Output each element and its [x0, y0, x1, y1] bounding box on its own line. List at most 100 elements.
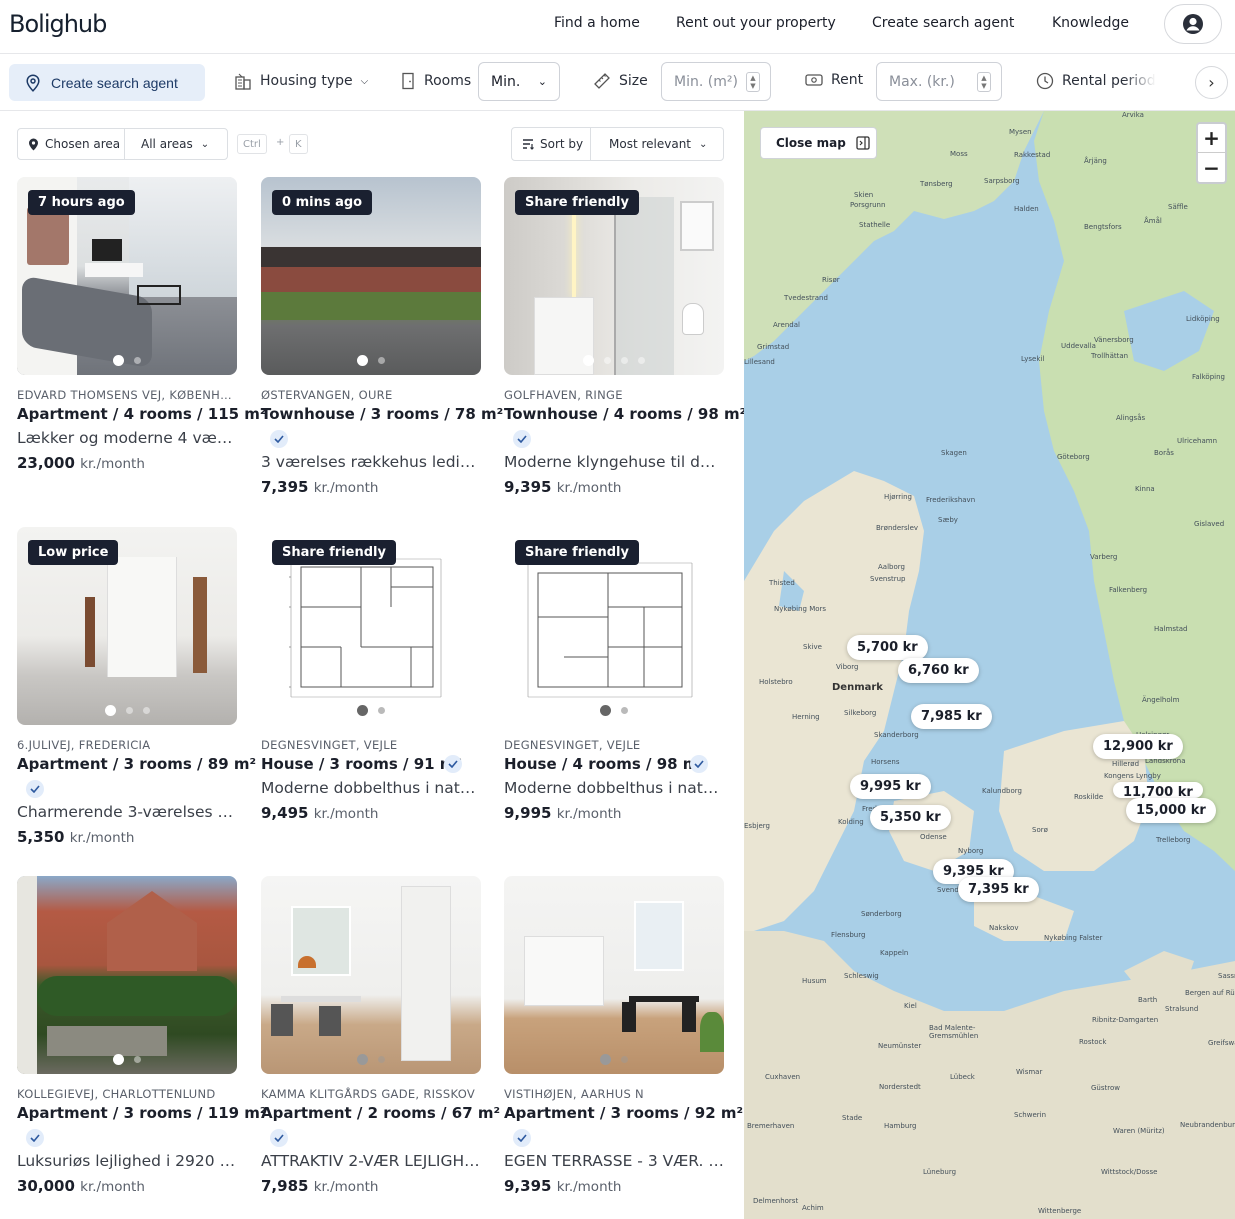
map-price-pin[interactable]: 15,000 kr	[1126, 798, 1216, 823]
size-min-input[interactable]: Min. (m²) ▲ ▼	[661, 62, 771, 101]
zoom-in-button[interactable]: +	[1198, 124, 1225, 153]
map-place-label: Kappeln	[880, 949, 909, 957]
map-price-pin[interactable]: 7,985 kr	[911, 704, 992, 729]
listing-card[interactable]: Share friendly DEGNESVINGET, VEJLE House…	[261, 527, 481, 847]
nav-create-search-agent[interactable]: Create search agent	[872, 15, 1014, 31]
listing-photo[interactable]	[504, 876, 724, 1074]
map-price-pin[interactable]: 9,995 kr	[850, 774, 931, 799]
housing-type-filter[interactable]: Housing type ⌵	[234, 72, 368, 90]
rent-max-input[interactable]: Max. (kr.) ▲ ▼	[876, 62, 1002, 101]
map-place-label: Varberg	[1090, 553, 1118, 561]
listing-card[interactable]: Share friendly GOLFHAVEN, RINGE Townhous…	[504, 177, 744, 497]
map-place-label: Kalundborg	[982, 787, 1022, 795]
sort-icon	[523, 139, 534, 150]
carousel-dots[interactable]	[504, 355, 724, 366]
housing-type-label: Housing type	[260, 73, 353, 89]
verified-check-icon	[513, 1129, 531, 1147]
create-search-agent-button[interactable]: Create search agent	[9, 64, 205, 101]
map-place-label: Skagen	[941, 449, 967, 457]
map-place-label: Nykøbing Falster	[1044, 934, 1103, 942]
map-place-label: Mysen	[1009, 128, 1032, 136]
map-place-label: Herning	[792, 713, 820, 721]
map-price-pin[interactable]: 12,900 kr	[1093, 734, 1183, 759]
zoom-out-button[interactable]: −	[1198, 153, 1225, 182]
carousel-dots[interactable]	[17, 355, 237, 366]
listing-card[interactable]: KAMMA KLITGÅRDS GADE, RISSKOV Apartment …	[261, 876, 500, 1196]
map-price-pin[interactable]: 6,760 kr	[898, 658, 979, 683]
map-place-label: Skien	[854, 191, 874, 199]
listing-description: EGEN TERRASSE - 3 VÆR. I SKØNNE OMGIVELS…	[504, 1152, 724, 1170]
verified-check-icon	[26, 780, 44, 798]
user-account-button[interactable]	[1164, 4, 1222, 44]
rent-filter: Rent	[805, 72, 863, 88]
bolighub-logo[interactable]: Bolighub	[9, 10, 107, 38]
listing-photo[interactable]: 7 hours ago	[17, 177, 237, 375]
map-place-label: Grimstad	[757, 343, 790, 351]
map-price-pin[interactable]: 7,395 kr	[958, 877, 1039, 902]
nav-find-a-home[interactable]: Find a home	[554, 15, 640, 31]
carousel-dots[interactable]	[504, 705, 724, 716]
listing-photo[interactable]: Share friendly	[504, 527, 724, 725]
map-place-label: Bergen auf Rügen	[1185, 989, 1235, 997]
listing-address: VISTIHØJEN, AARHUS N	[504, 1087, 644, 1101]
carousel-dots[interactable]	[17, 1054, 237, 1065]
listing-title: Apartment / 3 rooms / 92 m²	[504, 1104, 744, 1122]
listing-price: 9,495 kr./month	[261, 804, 379, 822]
listing-photo[interactable]	[261, 876, 481, 1074]
listing-title: Townhouse / 3 rooms / 78 m²	[261, 405, 504, 423]
map-place-label: Sæby	[938, 516, 958, 524]
rent-stepper[interactable]: ▲ ▼	[977, 72, 991, 92]
nav-knowledge[interactable]: Knowledge	[1052, 15, 1129, 31]
map-price-pin[interactable]: 11,700 kr	[1113, 782, 1203, 798]
listing-card[interactable]: 7 hours ago EDVARD THOMSENS VEJ, KØBENHA…	[17, 177, 267, 497]
carousel-dots[interactable]	[17, 705, 237, 716]
map-place-label: Svenstrup	[870, 575, 906, 583]
listing-card[interactable]: KOLLEGIEVEJ, CHARLOTTENLUND Apartment / …	[17, 876, 267, 1196]
rooms-min-select[interactable]: Min. ⌄	[478, 62, 560, 101]
map-place-label: Tvedestrand	[784, 294, 828, 302]
map-place-label: Halden	[1014, 205, 1039, 213]
listing-address: GOLFHAVEN, RINGE	[504, 388, 623, 402]
carousel-dots[interactable]	[261, 1054, 481, 1065]
carousel-dots[interactable]	[261, 355, 481, 366]
map-place-label: Borås	[1154, 449, 1174, 457]
listing-photo[interactable]: Low price	[17, 527, 237, 725]
map-place-label: Trelleborg	[1156, 836, 1191, 844]
carousel-dots[interactable]	[261, 705, 481, 716]
area-dropdown[interactable]: All areas ⌄	[125, 137, 227, 151]
listing-description: Luksuriøs lejlighed i 2920 Charlottenlun…	[17, 1152, 237, 1170]
listing-card[interactable]: VISTIHØJEN, AARHUS N Apartment / 3 rooms…	[504, 876, 743, 1196]
listing-badge: Share friendly	[515, 540, 639, 565]
area-selector[interactable]: Chosen area All areas ⌄	[17, 128, 228, 160]
map-price-pin[interactable]: 5,350 kr	[870, 805, 951, 830]
listing-title: House / 4 rooms / 98 m²	[504, 755, 706, 773]
map-price-pin[interactable]: 5,700 kr	[847, 635, 928, 660]
map-place-label: Bengtsfors	[1084, 223, 1122, 231]
map-place-label: Holstebro	[759, 678, 793, 686]
listing-title: House / 3 rooms / 91 m²	[261, 755, 463, 773]
rental-period-filter[interactable]: Rental period	[1036, 72, 1156, 90]
map-place-label: Barth	[1138, 996, 1158, 1004]
listing-card[interactable]: 0 mins ago ØSTERVANGEN, OURE Townhouse /…	[261, 177, 503, 497]
listing-photo[interactable]: Share friendly	[504, 177, 724, 375]
size-stepper[interactable]: ▲ ▼	[746, 72, 760, 92]
listing-photo[interactable]: 0 mins ago	[261, 177, 481, 375]
listing-photo[interactable]: Share friendly	[261, 527, 481, 725]
listing-price: 23,000 kr./month	[17, 454, 145, 472]
sort-control[interactable]: Sort by Most relevant ⌄	[511, 127, 724, 161]
map-place-label: Falkenberg	[1109, 586, 1148, 594]
door-icon	[402, 72, 414, 90]
listing-badge: 7 hours ago	[28, 190, 135, 215]
carousel-dots[interactable]	[504, 1054, 724, 1065]
kbd-k: K	[289, 134, 308, 154]
sort-dropdown[interactable]: Most relevant ⌄	[591, 128, 723, 160]
listing-card[interactable]: Low price 6.JULIVEJ, FREDERICIA Apartmen…	[17, 527, 256, 847]
map-place-label: Schleswig	[844, 972, 879, 980]
nav-rent-out-property[interactable]: Rent out your property	[676, 15, 836, 31]
listing-card[interactable]: Share friendly DEGNESVINGET, VEJLE House…	[504, 527, 724, 847]
listing-photo[interactable]	[17, 876, 237, 1074]
close-map-button[interactable]: Close map	[760, 127, 877, 159]
filters-scroll-right-button[interactable]: ›	[1195, 66, 1228, 99]
map-place-label: Kolding	[838, 818, 864, 826]
map-panel[interactable]: Arvika Mysen Moss Rakkestad Årjäng Tønsb…	[744, 111, 1235, 1219]
